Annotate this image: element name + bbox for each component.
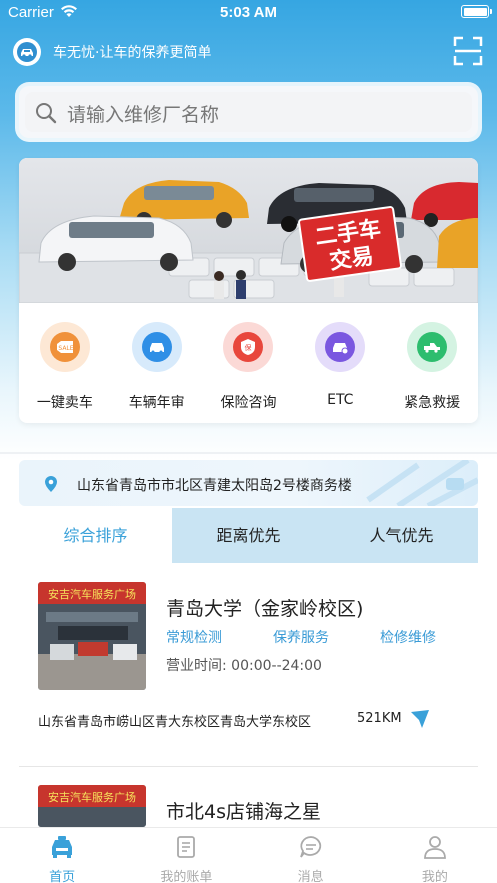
quick-item-insurance[interactable]: 保 保险咨询: [203, 308, 295, 418]
tab-label: 我的: [421, 870, 448, 883]
quick-icon-halo: [131, 322, 182, 372]
location-pin-icon: [45, 476, 57, 492]
status-bar: Carrier 5:03 AM: [0, 0, 497, 26]
tab-label: 首页: [49, 870, 76, 883]
quick-item-etc[interactable]: ETC: [294, 308, 386, 418]
navigation-arrow-icon[interactable]: [410, 709, 430, 729]
tab-label: 我的账单: [160, 870, 213, 883]
shop-sign-text: 安吉汽车服务广场: [48, 587, 136, 601]
home-car-icon: [52, 836, 73, 858]
list-divider: [19, 766, 478, 767]
sort-tabs: 综合排序 距离优先 人气优先: [19, 508, 478, 563]
svg-text:SALE: SALE: [58, 345, 73, 352]
tab-messages[interactable]: 消息: [249, 828, 373, 883]
quick-icon-halo: SALE: [39, 322, 90, 372]
scan-icon[interactable]: [453, 36, 483, 66]
etc-car-icon: [325, 332, 356, 362]
quick-menu: SALE 一键卖车 车辆年审 保 保险咨询 ETC 紧急救援: [19, 308, 478, 418]
quick-icon-halo: [407, 322, 458, 372]
status-time: 5:03 AM: [220, 4, 277, 21]
quick-icon-halo: [315, 322, 366, 372]
bottom-tab-bar: 首页 我的账单 消息 我的: [0, 827, 497, 883]
quick-label: ETC: [327, 392, 354, 408]
quick-label: 车辆年审: [128, 395, 185, 411]
tow-truck-icon: [417, 332, 448, 362]
tab-label: 消息: [297, 870, 324, 883]
sale-tag-icon: SALE: [49, 332, 80, 362]
tab-bills[interactable]: 我的账单: [124, 828, 248, 883]
tab-popularity[interactable]: 人气优先: [325, 508, 478, 563]
shop-hours: 营业时间: 00:00--24:00: [166, 658, 322, 674]
shop-address: 山东省青岛市崂山区青大东校区青岛大学东校区: [38, 715, 312, 730]
search-placeholder: 请输入维修厂名称: [67, 104, 220, 126]
quick-label: 保险咨询: [220, 395, 277, 411]
message-icon: [299, 836, 321, 858]
location-bar[interactable]: 山东省青岛市市北区青建太阳岛2号楼商务楼: [19, 460, 478, 506]
service-card: 二手车 交易 SALE 一键卖车 车辆年审 保 保险咨询 ETC 紧急救援: [19, 158, 478, 423]
search-icon: [36, 103, 57, 124]
shop-name: 青岛大学（金家岭校区): [166, 598, 364, 620]
car-logo-icon: [13, 38, 41, 66]
insurance-shield-icon: 保: [233, 332, 264, 362]
shop-photo: 安吉汽车服务广场: [38, 785, 146, 827]
quick-item-annual-inspection[interactable]: 车辆年审: [111, 308, 203, 418]
app-header: 车无忧·让车的保养更简单: [0, 30, 497, 74]
tab-profile[interactable]: 我的: [373, 828, 497, 883]
service-tag: 常规检测: [166, 630, 222, 646]
battery-icon: [461, 5, 492, 18]
location-address: 山东省青岛市市北区青建太阳岛2号楼商务楼: [77, 478, 352, 494]
service-tag: 保养服务: [273, 630, 329, 646]
quick-item-rescue[interactable]: 紧急救援: [386, 308, 478, 418]
banner-image[interactable]: 二手车 交易: [19, 158, 478, 303]
header-slogan: 车无忧·让车的保养更简单: [53, 45, 212, 61]
user-icon: [423, 836, 446, 859]
quick-item-sell-car[interactable]: SALE 一键卖车: [19, 308, 111, 418]
tab-comprehensive[interactable]: 综合排序: [19, 508, 172, 563]
service-tag: 检修维修: [380, 630, 436, 646]
map-decoration: [366, 460, 478, 506]
section-divider: [0, 452, 497, 454]
shop-distance: 521KM: [357, 711, 402, 726]
shop-name: 市北4s店铺海之星: [166, 801, 321, 823]
quick-icon-halo: 保: [223, 322, 274, 372]
tab-distance[interactable]: 距离优先: [172, 508, 325, 563]
tab-home[interactable]: 首页: [0, 828, 124, 883]
shop-photo: 安吉汽车服务广场: [38, 582, 146, 690]
svg-text:保: 保: [245, 343, 252, 352]
bill-icon: [177, 836, 196, 858]
shop-sign-text: 安吉汽车服务广场: [48, 790, 136, 804]
search-box[interactable]: 请输入维修厂名称: [19, 86, 478, 138]
quick-label: 一键卖车: [36, 395, 93, 411]
quick-label: 紧急救援: [404, 395, 461, 411]
car-inspection-icon: [141, 332, 172, 362]
